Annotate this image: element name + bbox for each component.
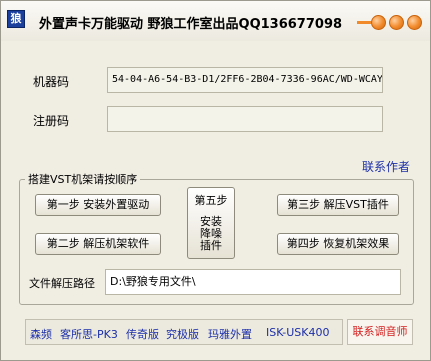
step3-extract-vst-button[interactable]: 第三步 解压VST插件 xyxy=(277,194,399,216)
contact-author-link[interactable]: 联系作者 xyxy=(362,158,410,175)
extract-path-field[interactable]: D:\野狼专用文件\ xyxy=(105,269,401,295)
register-code-field[interactable] xyxy=(107,106,383,132)
link-isk[interactable]: ISK-USK400 xyxy=(266,326,330,339)
link-pk3[interactable]: 客所思-PK3 xyxy=(60,326,118,342)
step5-body: 安装降噪插件 xyxy=(200,215,222,252)
register-code-label: 注册码 xyxy=(33,114,70,128)
window-title: 外置声卡万能驱动 野狼工作室出品QQ136677098 xyxy=(39,17,343,32)
machine-code-field[interactable]: 54-04-A6-54-B3-D1/2FF6-2B04-7336-96AC/WD… xyxy=(107,67,383,93)
close-button[interactable] xyxy=(407,15,422,30)
maximize-button[interactable] xyxy=(389,15,404,30)
title-decoration xyxy=(357,21,371,24)
link-senpin[interactable]: 森频 xyxy=(30,326,52,342)
step5-install-denoise-button[interactable]: 第五步 安装降噪插件 xyxy=(187,187,235,259)
extract-path-label: 文件解压路径 xyxy=(29,277,95,290)
step1-install-driver-button[interactable]: 第一步 安装外置驱动 xyxy=(35,194,161,216)
app-window: 狼 外置声卡万能驱动 野狼工作室出品QQ136677098 机器码 54-04-… xyxy=(0,0,431,361)
step4-restore-effects-button[interactable]: 第四步 恢复机架效果 xyxy=(277,233,399,255)
group-title: 搭建VST机架请按顺序 xyxy=(25,171,141,187)
minimize-button[interactable] xyxy=(371,15,386,30)
title-bar[interactable]: 狼 外置声卡万能驱动 野狼工作室出品QQ136677098 xyxy=(1,1,430,41)
sound-card-links-bar: 森频 客所思-PK3 传奇版 究极版 玛雅外置 ISK-USK400 xyxy=(25,319,343,345)
link-maya[interactable]: 玛雅外置 xyxy=(208,326,252,342)
app-logo-icon: 狼 xyxy=(7,10,25,28)
step2-extract-rack-button[interactable]: 第二步 解压机架软件 xyxy=(35,233,161,255)
machine-code-label: 机器码 xyxy=(33,75,70,89)
step5-title: 第五步 xyxy=(194,194,228,207)
contact-tuner-button[interactable]: 联系调音师 xyxy=(347,319,413,345)
link-ultimate[interactable]: 究极版 xyxy=(166,326,199,342)
link-legend[interactable]: 传奇版 xyxy=(126,326,159,342)
